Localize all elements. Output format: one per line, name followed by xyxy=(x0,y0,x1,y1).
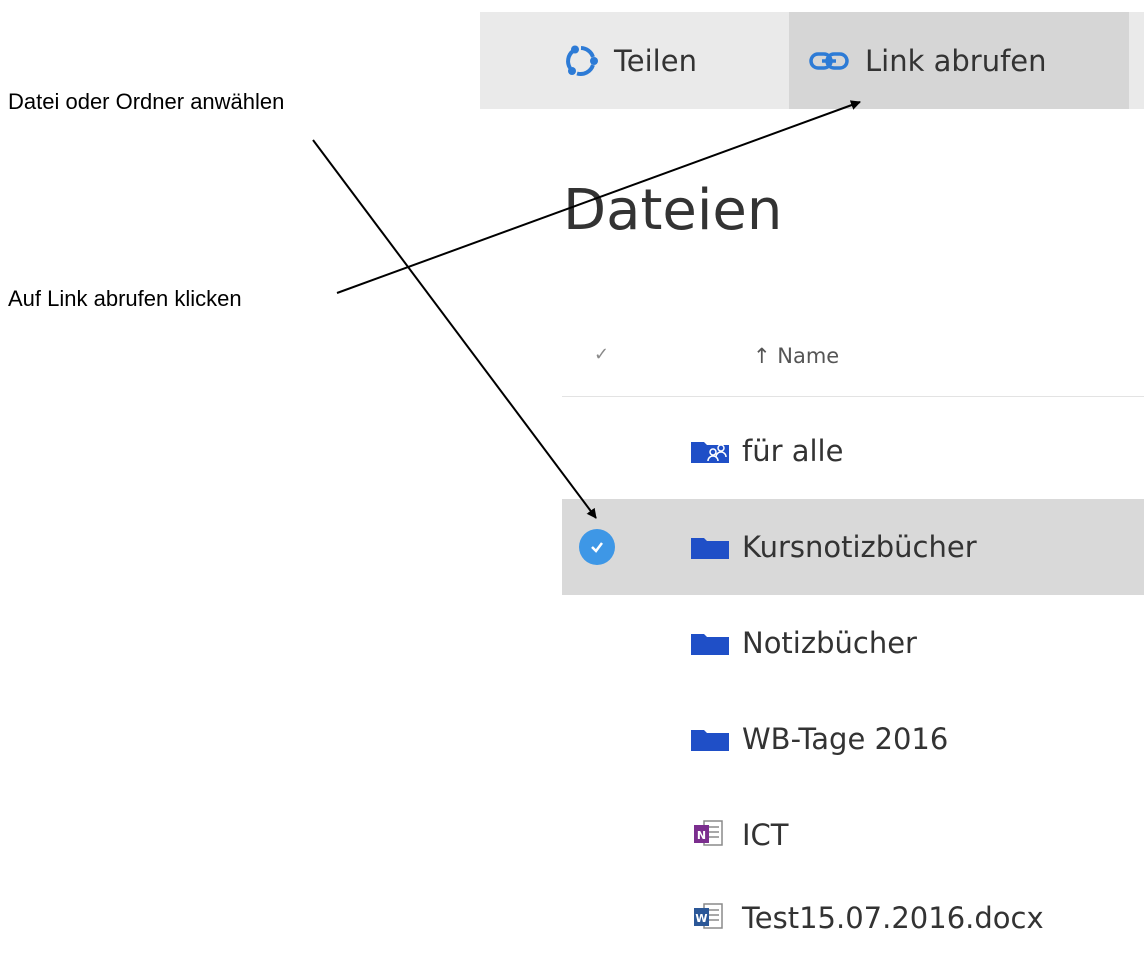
arrow-to-selected-item xyxy=(312,139,597,519)
arrow-to-link-button xyxy=(336,100,861,294)
annotation-arrows xyxy=(312,100,861,519)
